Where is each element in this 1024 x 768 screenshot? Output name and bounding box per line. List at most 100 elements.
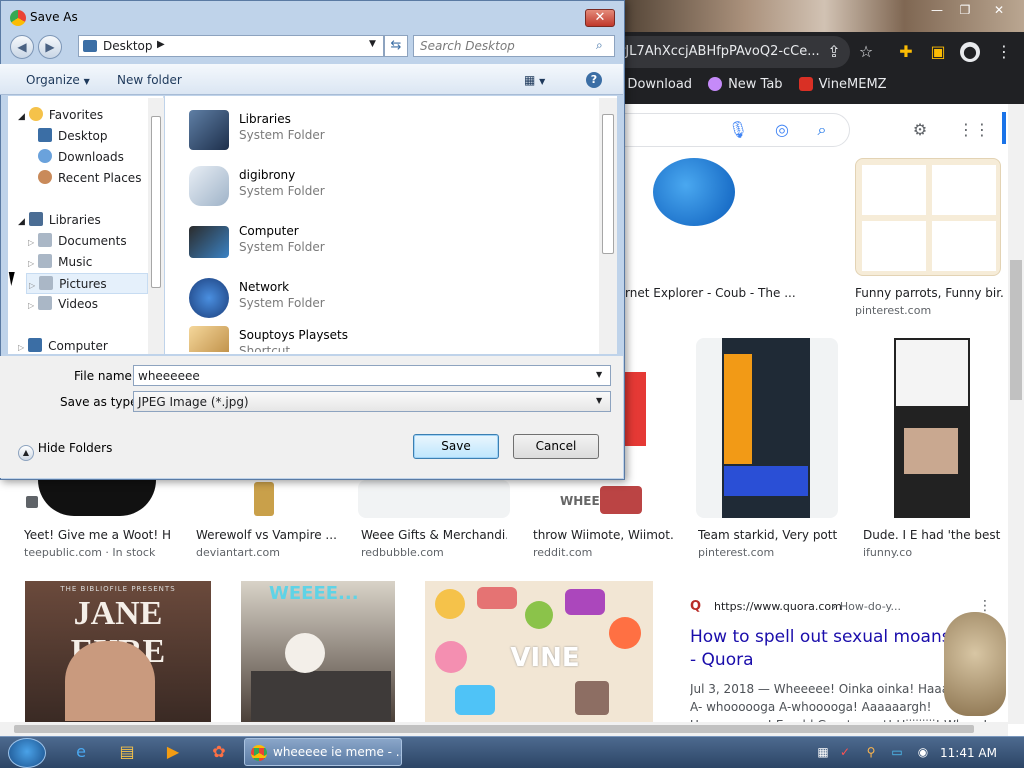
file-item[interactable]: Computer System Folder <box>185 220 585 270</box>
file-list-scrollbar-thumb[interactable] <box>602 114 614 254</box>
result-caption[interactable]: Yeet! Give me a Woot! H... <box>24 528 170 542</box>
result-caption[interactable]: Funny parrots, Funny bir... <box>855 286 1003 300</box>
hide-folders-button[interactable]: ▲ Hide Folders <box>18 441 112 461</box>
tree-item-videos[interactable]: ▷ Videos <box>28 294 98 315</box>
tray-icon[interactable]: ▦ <box>814 740 832 764</box>
menu-kebab-icon[interactable]: ⋮ <box>994 42 1014 62</box>
image-result[interactable] <box>192 480 342 518</box>
help-icon[interactable]: ? <box>586 72 602 88</box>
image-result[interactable] <box>696 338 838 518</box>
file-item[interactable]: digibrony System Folder <box>185 164 585 214</box>
dialog-close-button[interactable]: ✕ <box>585 9 615 27</box>
tray-icon[interactable]: ✓ <box>836 740 854 764</box>
file-name: Computer <box>239 224 299 238</box>
horizontal-scrollbar-thumb[interactable] <box>14 725 974 733</box>
clock[interactable]: 11:41 AM <box>940 746 997 760</box>
lens-icon[interactable]: ◎ <box>770 118 794 142</box>
paint-taskbar-icon[interactable]: ✿ <box>206 740 232 764</box>
file-item[interactable]: Libraries System Folder <box>185 108 585 158</box>
result-caption[interactable]: Werewolf vs Vampire ... <box>196 528 342 542</box>
forward-button[interactable]: ▶ <box>38 35 62 59</box>
bookmark-item[interactable]: New Tab <box>708 77 783 92</box>
image-result[interactable] <box>625 158 831 276</box>
profile-avatar-icon[interactable]: ● <box>960 42 980 62</box>
save-button[interactable]: Save <box>413 434 499 459</box>
apps-grid-icon[interactable]: ⋮⋮ <box>958 118 990 142</box>
omnibox[interactable]: rJL7AhXccjABHfpPAvoQ2-cCe... <box>610 36 850 68</box>
tree-item-pictures[interactable]: ▷ Pictures <box>26 273 148 294</box>
result-caption[interactable]: Team starkid, Very pott... <box>698 528 838 542</box>
settings-gear-icon[interactable]: ⚙ <box>908 118 932 142</box>
image-result[interactable]: VINE <box>425 581 653 722</box>
share-icon[interactable]: ⇪ <box>824 42 844 62</box>
result-caption[interactable]: Dude. I E had 'the best ... <box>863 528 1001 542</box>
close-window-icon[interactable]: ✕ <box>988 2 1010 18</box>
image-result[interactable] <box>855 158 1001 276</box>
result-source: ifunny.co <box>863 546 913 559</box>
computer-icon <box>189 226 229 258</box>
chevron-down-icon[interactable]: ▼ <box>596 370 602 379</box>
file-list-scrollbar[interactable] <box>599 98 617 354</box>
search-icon[interactable]: ⌕ <box>596 38 603 53</box>
portrait-face <box>65 641 155 721</box>
tree-favorites[interactable]: ◢ Favorites <box>18 105 103 126</box>
image-result[interactable] <box>18 480 172 518</box>
chevron-right-icon[interactable]: ▶ <box>157 39 165 50</box>
result-caption[interactable]: rnet Explorer - Coub - The ... <box>625 286 825 300</box>
newtab-favicon-icon <box>708 77 723 91</box>
cancel-button[interactable]: Cancel <box>513 434 599 459</box>
restore-icon[interactable]: ❐ <box>954 2 976 18</box>
tree-computer[interactable]: ▷ Computer <box>18 336 108 357</box>
search-icon[interactable]: ⌕ <box>810 118 834 142</box>
explorer-taskbar-icon[interactable]: ▤ <box>114 740 140 764</box>
image-result[interactable]: WEEEE... <box>241 581 395 722</box>
ie-taskbar-icon[interactable]: e <box>68 740 94 764</box>
refresh-button[interactable]: ⇆ <box>384 35 408 57</box>
image-result[interactable]: WHEE <box>528 480 646 518</box>
tree-item-music[interactable]: ▷ Music <box>28 252 92 273</box>
image-result[interactable]: THE BIBLIOFILE PRESENTS JANE EYRE <box>25 581 211 722</box>
result-caption[interactable]: throw Wiimote, Wiimot... <box>533 528 673 542</box>
organize-button[interactable]: Organize ▼ <box>26 73 90 87</box>
mic-icon[interactable]: 🎙 <box>726 118 750 142</box>
image-result[interactable] <box>862 338 1002 518</box>
quora-title[interactable]: How to spell out sexual moans - Quora <box>690 626 954 672</box>
minimize-icon[interactable]: — <box>926 2 948 18</box>
view-options-icon[interactable]: ▦ ▼ <box>524 73 545 87</box>
tray-icon[interactable]: ▭ <box>888 740 906 764</box>
page-scrollbar[interactable] <box>1008 104 1024 724</box>
quora-url[interactable]: https://www.quora.com <box>714 600 842 613</box>
thumbnail-shape <box>38 480 156 516</box>
bookmark-star-icon[interactable]: ☆ <box>856 42 876 62</box>
page-scrollbar-thumb[interactable] <box>1010 260 1022 400</box>
extensions-icon[interactable]: ✚ <box>896 42 916 62</box>
start-button[interactable] <box>8 738 46 768</box>
back-button[interactable]: ◀ <box>10 35 34 59</box>
chevron-down-icon[interactable]: ▼ <box>596 396 602 405</box>
tree-item-desktop[interactable]: Desktop <box>38 126 108 147</box>
sidepanel-icon[interactable]: ▣ <box>928 42 948 62</box>
tree-scrollbar[interactable] <box>148 98 164 354</box>
tray-icon[interactable]: ◉ <box>914 740 932 764</box>
search-input[interactable]: Search Desktop ⌕ <box>413 35 615 57</box>
new-folder-button[interactable]: New folder <box>117 73 182 87</box>
bookmark-item[interactable]: VineMEMZ <box>798 77 887 92</box>
chrome-task-button[interactable]: wheeeee ie meme - ... <box>244 738 402 766</box>
file-item[interactable]: Souptoys Playsets Shortcut <box>185 324 585 352</box>
file-item[interactable]: Network System Folder <box>185 276 585 326</box>
media-player-taskbar-icon[interactable]: ▶ <box>160 740 186 764</box>
desktop-pet-hamster[interactable] <box>944 612 1006 716</box>
result-caption[interactable]: Weee Gifts & Merchandi... <box>361 528 507 542</box>
chevron-down-icon[interactable]: ▼ <box>369 39 376 49</box>
tree-scrollbar-thumb[interactable] <box>151 116 161 288</box>
tray-icon[interactable]: ⚲ <box>862 740 880 764</box>
tree-item-documents[interactable]: ▷ Documents <box>28 231 127 252</box>
savetype-select[interactable]: JPEG Image (*.jpg) ▼ <box>133 391 611 412</box>
filename-input[interactable]: wheeeeee ▼ <box>133 365 611 386</box>
address-bar[interactable]: Desktop ▶ ▼ <box>78 35 384 57</box>
filename-label: File name: <box>74 369 136 383</box>
tree-item-recent-places[interactable]: Recent Places <box>38 168 141 189</box>
image-result[interactable] <box>358 480 510 518</box>
tree-libraries[interactable]: ◢ Libraries <box>18 210 101 231</box>
tree-item-downloads[interactable]: Downloads <box>38 147 124 168</box>
